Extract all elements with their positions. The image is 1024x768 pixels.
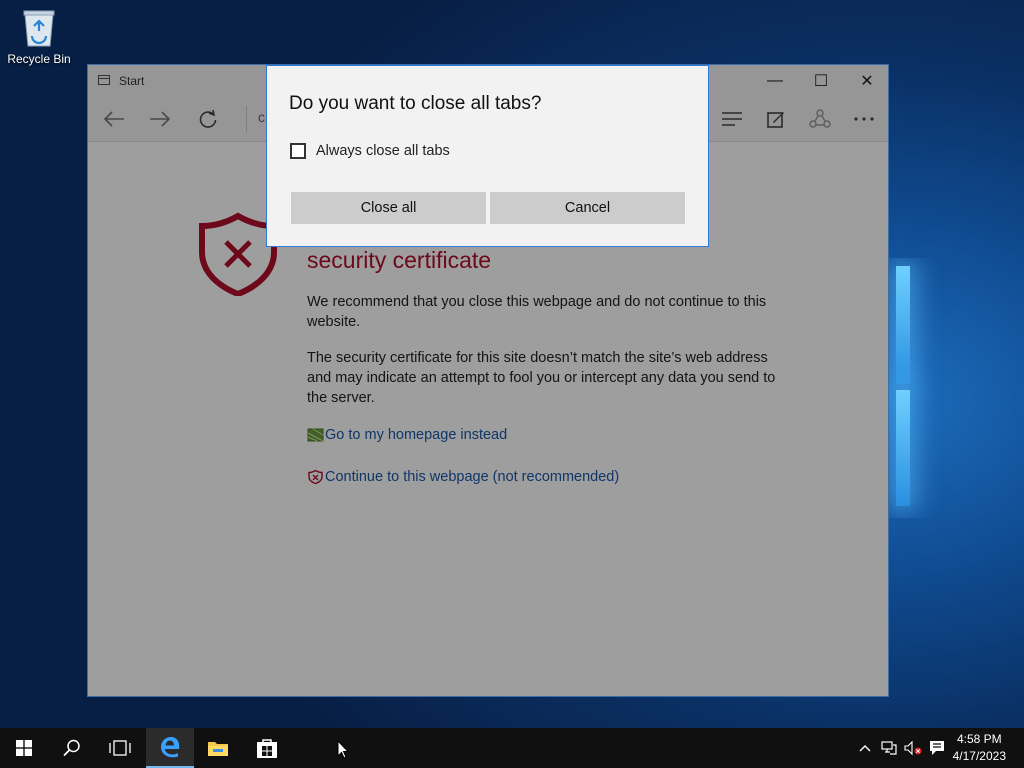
volume-muted-icon (904, 740, 922, 756)
taskbar-store[interactable] (243, 728, 291, 768)
taskbar: 4:58 PM 4/17/2023 (0, 728, 1024, 768)
mouse-cursor-icon (337, 740, 349, 759)
task-view-button[interactable] (96, 728, 144, 768)
task-view-icon (109, 740, 131, 756)
volume-button[interactable] (902, 728, 924, 768)
network-icon (881, 741, 897, 755)
taskbar-clock[interactable]: 4:58 PM 4/17/2023 (953, 731, 1006, 765)
notification-icon (930, 741, 944, 755)
network-button[interactable] (878, 728, 900, 768)
search-button[interactable] (48, 728, 96, 768)
close-all-button[interactable]: Close all (291, 192, 486, 224)
desktop-icon-recycle-bin[interactable]: Recycle Bin (4, 6, 74, 66)
cancel-button[interactable]: Cancel (490, 192, 685, 224)
store-icon (257, 739, 277, 758)
taskbar-file-explorer[interactable] (194, 728, 242, 768)
taskbar-edge[interactable] (146, 728, 194, 768)
always-close-checkbox-row[interactable]: Always close all tabs (290, 143, 450, 159)
clock-date: 4/17/2023 (952, 749, 1006, 763)
show-hidden-icons-button[interactable] (854, 728, 876, 768)
dialog-title: Do you want to close all tabs? (289, 93, 542, 114)
close-tabs-dialog: Do you want to close all tabs? Always cl… (266, 65, 709, 247)
windows-logo-wallpaper (888, 258, 1024, 518)
always-close-checkbox-label[interactable]: Always close all tabs (316, 143, 450, 159)
chevron-up-icon (859, 745, 871, 752)
recycle-bin-icon (22, 8, 56, 48)
always-close-checkbox[interactable] (290, 143, 306, 159)
start-button[interactable] (0, 728, 48, 768)
start-icon (16, 740, 32, 756)
search-icon (63, 739, 80, 757)
edge-icon (161, 737, 180, 758)
clock-time: 4:58 PM (956, 732, 1002, 746)
recycle-bin-label: Recycle Bin (7, 52, 71, 66)
action-center-button[interactable] (926, 728, 948, 768)
file-explorer-icon (208, 742, 228, 756)
